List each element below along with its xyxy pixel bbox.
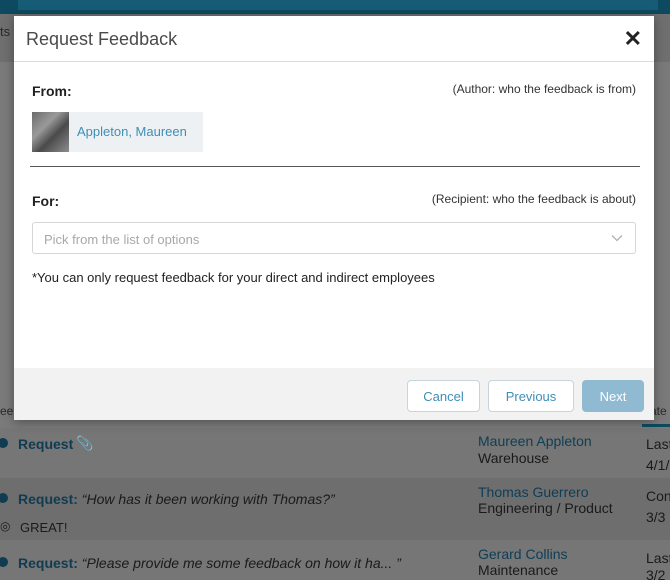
avatar — [32, 112, 69, 152]
request-quote: “Please provide me some feedback on how … — [81, 555, 401, 571]
author-chip[interactable]: Appleton, Maureen — [32, 112, 203, 152]
dialog-title: Request Feedback — [26, 29, 178, 49]
request-label[interactable]: Request — [18, 436, 73, 452]
status-date: 3/2 — [646, 567, 666, 580]
request-feedback-dialog: Request Feedback ✕ From: (Author: who th… — [14, 16, 654, 420]
recipient-picker[interactable]: Pick from the list of options — [32, 222, 636, 254]
employee-department: Warehouse — [478, 450, 550, 466]
chat-icon — [0, 557, 8, 567]
employee-name[interactable]: Thomas Guerrero — [478, 484, 588, 500]
chat-icon — [0, 493, 8, 503]
for-label: For: — [32, 193, 60, 209]
employee-name[interactable]: Maureen Appleton — [478, 433, 592, 449]
background-header-underline — [642, 424, 670, 427]
chevron-down-icon — [611, 235, 623, 242]
for-hint: (Recipient: who the feedback is about) — [431, 192, 636, 206]
table-row[interactable]: Request 📎 Maureen Appleton Warehouse Las… — [0, 428, 670, 478]
table-row[interactable]: Request: “How has it been working with T… — [0, 478, 670, 540]
background-column-header-left: ee — [0, 404, 14, 418]
request-label: Request: — [18, 555, 78, 571]
table-row[interactable]: Request: “Please provide me some feedbac… — [0, 540, 670, 580]
eye-slash-icon: ◎ — [0, 519, 11, 533]
employee-department: Engineering / Product — [478, 500, 613, 516]
background-tab-fragment: ts — [0, 24, 11, 39]
paperclip-icon: 📎 — [76, 435, 94, 451]
chat-icon — [0, 438, 8, 448]
eligibility-note: *You can only request feedback for your … — [32, 270, 435, 285]
status-date: 3/3 — [646, 509, 666, 525]
app-header-accent — [18, 0, 658, 10]
close-icon[interactable]: ✕ — [624, 28, 642, 50]
status-date: 4/1/ — [646, 457, 670, 473]
response-text: GREAT! — [20, 520, 68, 535]
status-label: Con — [646, 488, 670, 504]
picker-placeholder: Pick from the list of options — [44, 232, 200, 247]
from-label: From: — [32, 83, 72, 99]
cancel-button[interactable]: Cancel — [407, 380, 480, 412]
from-hint: (Author: who the feedback is from) — [452, 82, 636, 96]
dialog-footer: Cancel Previous Next — [14, 368, 654, 420]
status-label: Last — [646, 436, 670, 452]
request-quote: “How has it been working with Thomas?” — [81, 491, 335, 507]
employee-department: Maintenance — [478, 562, 559, 578]
request-text[interactable]: Request: “How has it been working with T… — [18, 491, 335, 507]
next-button[interactable]: Next — [582, 380, 644, 412]
dialog-header: Request Feedback ✕ — [14, 16, 654, 62]
request-label: Request: — [18, 491, 78, 507]
status-label: Last — [646, 550, 670, 566]
author-name[interactable]: Appleton, Maureen — [77, 124, 187, 139]
app-header-bar — [0, 0, 670, 14]
previous-button[interactable]: Previous — [488, 380, 574, 412]
request-text[interactable]: Request: “Please provide me some feedbac… — [18, 555, 401, 571]
section-divider — [30, 166, 640, 167]
employee-name[interactable]: Gerard Collins — [478, 546, 567, 562]
